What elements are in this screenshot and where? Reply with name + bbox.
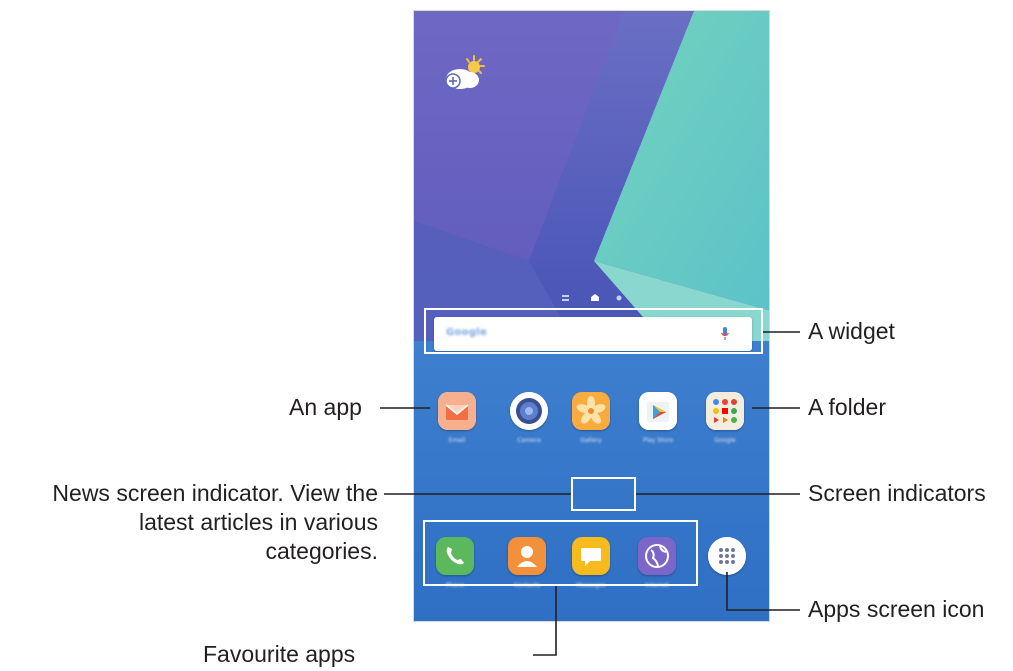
callout-folder: A folder: [808, 394, 886, 420]
callout-app: An app: [289, 394, 362, 420]
callout-favourite-apps: Favourite apps: [203, 641, 356, 667]
callout-widget: A widget: [808, 318, 895, 344]
callout-apps-screen-icon: Apps screen icon: [808, 596, 985, 622]
callout-screen-indicators: Screen indicators: [808, 480, 986, 506]
callout-news-line-2: latest articles in various: [138, 509, 378, 535]
callout-news-line-3: categories.: [265, 538, 378, 564]
callout-news-line-1: News screen indicator. View the: [52, 480, 378, 506]
